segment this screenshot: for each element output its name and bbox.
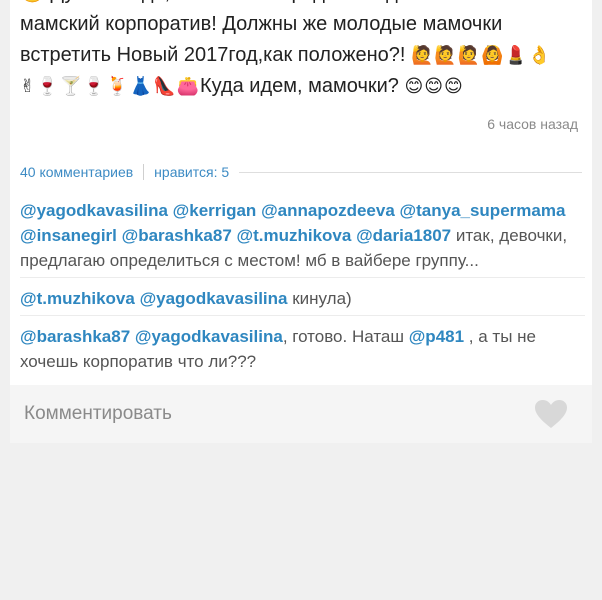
mention-link[interactable]: @yagodkavasilina (20, 201, 168, 220)
post-line-4: ✌🍷🍸🍷🍹👗👠👛Куда идем, мамочки? 😊😊😊 (20, 71, 580, 102)
mention-link[interactable]: @daria1807 (356, 226, 451, 245)
likes-count-link[interactable]: нравится: 5 (154, 164, 229, 180)
mention-link[interactable]: @tanya_supermama (400, 201, 566, 220)
comment-item: @barashka87 @yagodkavasilina, готово. На… (20, 324, 585, 378)
post-card: 🙂 Думаю надо, чтобы был предновогодний м… (10, 0, 592, 385)
comment-bar: Комментировать (10, 385, 592, 443)
comment-input[interactable]: Комментировать (24, 403, 534, 425)
emoji-group-icon: 🙋🙋🙋🙆💄👌 (411, 45, 552, 65)
mention-link[interactable]: @t.muzhikova (237, 226, 352, 245)
mention-link[interactable]: @p481 (409, 327, 464, 346)
mention-link[interactable]: @yagodkavasilina (135, 327, 283, 346)
post-line-4-text: Куда идем, мамочки? (199, 75, 405, 97)
mention-link[interactable]: @kerrigan (173, 201, 257, 220)
mention-link[interactable]: @barashka87 (20, 327, 130, 346)
post-timestamp: 6 часов назад (487, 116, 578, 132)
post-body: 🙂 Думаю надо, чтобы был предновогодний м… (20, 0, 580, 102)
comments-count-link[interactable]: 40 комментариев (20, 164, 133, 180)
smiley-icons: 😊😊😊 (404, 76, 464, 96)
stats-divider (143, 164, 145, 180)
post-line-3: встретить Новый 2017год,как положено?! 🙋… (20, 40, 580, 71)
emoji-group-icon: ✌🍷🍸🍷🍹👗👠👛 (20, 76, 200, 96)
post-stats: 40 комментариев нравится: 5 (20, 163, 582, 181)
mention-link[interactable]: @insanegirl (20, 226, 117, 245)
comment-text: , готово. Наташ (282, 327, 409, 346)
post-line-1: 🙂 Думаю надо, чтобы был предновогодний м… (20, 0, 580, 9)
comment-item: @yagodkavasilina @kerrigan @annapozdeeva… (20, 198, 585, 278)
post-line-2: мамский корпоратив! Должны же молодые ма… (20, 13, 503, 35)
mention-link[interactable]: @annapozdeeva (261, 201, 395, 220)
comment-text: кинула) (292, 289, 352, 308)
mention-link[interactable]: @yagodkavasilina (140, 289, 288, 308)
stats-rule (239, 171, 582, 173)
heart-icon[interactable] (534, 399, 568, 429)
comments-list: @yagodkavasilina @kerrigan @annapozdeeva… (20, 198, 585, 385)
comment-item: @t.muzhikova @yagodkavasilina кинула) (20, 286, 585, 316)
post-line-3-text: встретить Новый 2017год,как положено?! (20, 44, 411, 66)
mention-link[interactable]: @barashka87 (122, 226, 232, 245)
mention-link[interactable]: @t.muzhikova (20, 289, 135, 308)
